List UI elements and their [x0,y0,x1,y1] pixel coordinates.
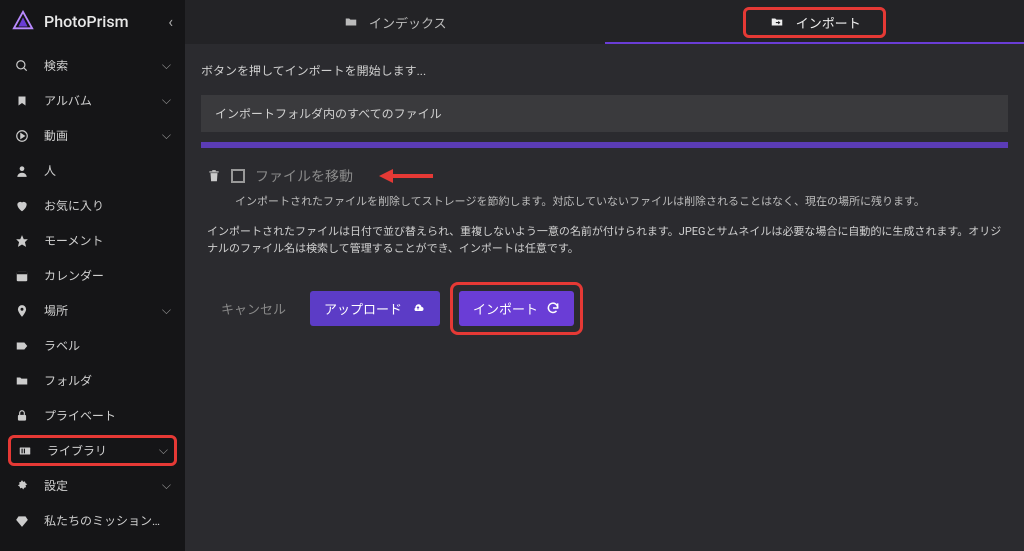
tabs: インデックス インポート [185,0,1024,44]
sidebar-item-support[interactable]: 私たちのミッションを支援... [0,503,185,538]
button-label: キャンセル [221,299,286,318]
active-tab-indicator [605,42,1024,44]
location-icon [14,303,30,319]
sidebar-item-private[interactable]: プライベート [0,398,185,433]
collapse-sidebar-icon[interactable]: ‹ [168,12,173,31]
sidebar-item-favorites[interactable]: お気に入り [0,188,185,223]
chevron-down-icon: ⌵ [162,93,171,108]
nav-label: プライベート [44,407,171,424]
nav-label: 検索 [44,57,148,74]
folder-select[interactable]: インポートフォルダ内のすべてのファイル [201,95,1008,132]
sidebar-item-people[interactable]: 人 [0,153,185,188]
chevron-down-icon: ⌵ [162,128,171,143]
sidebar-item-folders[interactable]: フォルダ [0,363,185,398]
sidebar-item-places[interactable]: 場所 ⌵ [0,293,185,328]
progress-bar [201,142,1008,148]
button-label: アップロード [324,299,402,318]
nav-label: ライブラリ [47,442,145,459]
star-icon [14,233,30,249]
highlight-box: インポート [450,282,583,335]
move-files-label: ファイルを移動 [255,166,353,186]
trash-icon [207,168,221,184]
nav-label: 設定 [44,477,148,494]
app-title: PhotoPrism [44,12,158,31]
nav-label: アルバム [44,92,148,109]
nav-label: お気に入り [44,197,171,214]
tab-index[interactable]: インデックス [185,0,605,44]
sync-icon [546,301,560,315]
chevron-down-icon: ⌵ [159,443,168,458]
sidebar-item-labels[interactable]: ラベル [0,328,185,363]
gear-icon [14,478,30,494]
nav-label: 人 [44,162,171,179]
sidebar-item-calendar[interactable]: カレンダー [0,258,185,293]
lock-icon [14,408,30,424]
chevron-down-icon: ⌵ [162,58,171,73]
status-text: ボタンを押してインポートを開始します... [201,62,1008,79]
nav-label: モーメント [44,232,171,249]
library-icon [17,443,33,459]
nav-label: カレンダー [44,267,171,284]
import-folder-icon [768,15,786,29]
nav-label: ラベル [44,337,171,354]
folder-icon [343,15,359,29]
move-files-description: インポートされたファイルを削除してストレージを節約します。対応していないファイル… [201,190,1008,211]
tab-label: インポート [796,13,861,32]
nav-label: 動画 [44,127,148,144]
annotation-arrow [379,166,435,186]
chevron-down-icon: ⌵ [162,303,171,318]
search-icon [14,58,30,74]
diamond-icon [14,513,30,529]
cloud-upload-icon [410,302,426,314]
heart-icon [14,198,30,214]
main: インデックス インポート ボタンを押してインポートを開始します... インポート… [185,0,1024,551]
person-icon [14,163,30,179]
calendar-icon [14,268,30,284]
move-files-checkbox[interactable] [231,169,245,183]
actions-row: キャンセル アップロード インポート [201,258,1008,335]
import-button[interactable]: インポート [459,291,574,326]
nav-list: 検索 ⌵ アルバム ⌵ 動画 ⌵ 人 お気に入り [0,42,185,544]
button-label: インポート [473,299,538,318]
highlight-box: インポート [743,7,886,38]
nav-label: 私たちのミッションを支援... [44,512,171,529]
sidebar: PhotoPrism ‹ 検索 ⌵ アルバム ⌵ 動画 ⌵ 人 [0,0,185,551]
sidebar-item-videos[interactable]: 動画 ⌵ [0,118,185,153]
upload-button[interactable]: アップロード [310,291,440,326]
play-icon [14,128,30,144]
chevron-down-icon: ⌵ [162,478,171,493]
folder-icon [14,373,30,389]
sidebar-item-albums[interactable]: アルバム ⌵ [0,83,185,118]
sidebar-item-library[interactable]: ライブラリ ⌵ [8,435,177,466]
sidebar-header: PhotoPrism ‹ [0,0,185,42]
tab-import[interactable]: インポート [605,0,1024,44]
tab-label: インデックス [369,13,447,32]
label-icon [14,338,30,354]
sidebar-item-search[interactable]: 検索 ⌵ [0,48,185,83]
logo-icon [12,10,34,32]
import-info: インポートされたファイルは日付で並び替えられ、重複しないよう一意の名前が付けられ… [201,211,1008,258]
nav-label: フォルダ [44,372,171,389]
sidebar-item-settings[interactable]: 設定 ⌵ [0,468,185,503]
move-files-option: ファイルを移動 [201,166,1008,186]
content: ボタンを押してインポートを開始します... インポートフォルダ内のすべてのファイ… [185,44,1024,353]
nav-label: 場所 [44,302,148,319]
sidebar-item-moments[interactable]: モーメント [0,223,185,258]
cancel-button[interactable]: キャンセル [207,291,300,326]
bookmark-icon [14,93,30,109]
